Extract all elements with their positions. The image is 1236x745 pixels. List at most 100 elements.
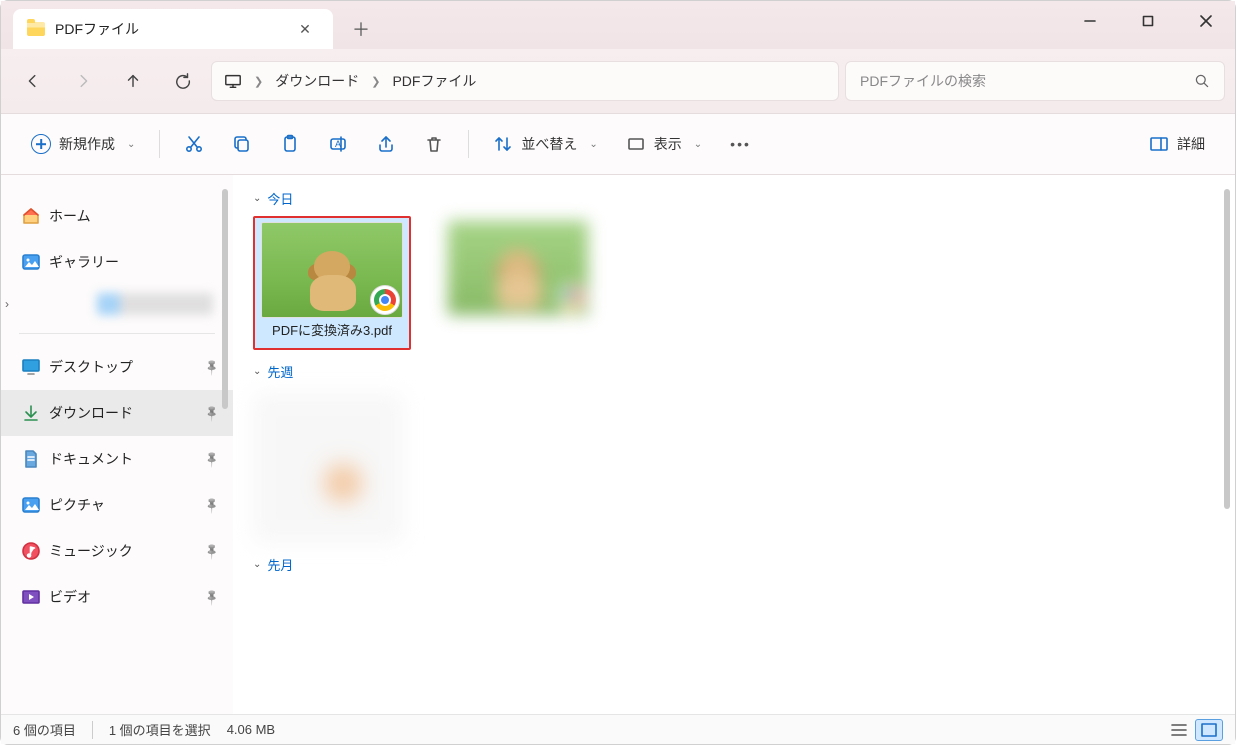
sidebar-label: ピクチャ [49, 495, 105, 515]
sidebar-item-home[interactable]: ホーム [1, 193, 233, 239]
sidebar-label: ミュージック [49, 541, 133, 561]
chevron-right-icon[interactable]: ❯ [365, 75, 386, 88]
chevron-down-icon: ⌄ [589, 139, 597, 150]
back-button[interactable] [11, 61, 55, 101]
chrome-overlay-icon [370, 285, 400, 315]
scrollbar-thumb[interactable] [1224, 189, 1230, 509]
search-icon [1194, 73, 1210, 89]
video-icon [21, 587, 41, 607]
content-area[interactable]: ⌄今日 PDFに変換済み3.pdf x ⌄先週 [233, 175, 1235, 714]
file-row: PDFに変換済み3.pdf x [253, 216, 1215, 350]
status-count: 6 個の項目 [13, 720, 76, 739]
share-button[interactable] [366, 124, 406, 164]
cut-button[interactable] [174, 124, 214, 164]
file-thumbnail [447, 220, 589, 316]
copy-icon [232, 134, 252, 154]
sidebar-label: ギャラリー [49, 252, 119, 272]
status-bar: 6 個の項目 1 個の項目を選択 4.06 MB [1, 714, 1235, 744]
search-input[interactable] [860, 73, 1184, 89]
breadcrumb-seg-current[interactable]: PDFファイル [392, 71, 476, 91]
group-label: 先週 [267, 362, 293, 381]
details-pane-icon [1149, 134, 1169, 154]
sidebar-item-downloads[interactable]: ダウンロード [1, 390, 233, 436]
forward-button[interactable] [61, 61, 105, 101]
status-selected: 1 個の項目を選択 [109, 720, 211, 739]
sidebar: ホーム ギャラリー › デスクトップ ダウンロード ドキュメント ピクチャ [1, 175, 233, 714]
sort-button[interactable]: 並べ替え ⌄ [483, 124, 607, 164]
file-item-selected[interactable]: PDFに変換済み3.pdf [253, 216, 411, 350]
clipboard-icon [280, 134, 300, 154]
delete-button[interactable] [414, 124, 454, 164]
chevron-right-icon[interactable]: ❯ [248, 75, 269, 88]
titlebar: PDFファイル ✕ ＋ [1, 1, 1235, 49]
paste-button[interactable] [270, 124, 310, 164]
new-label: 新規作成 [59, 134, 115, 154]
sidebar-item-gallery[interactable]: ギャラリー [1, 239, 233, 285]
breadcrumb-seg-downloads[interactable]: ダウンロード [275, 71, 359, 91]
monitor-icon [224, 72, 242, 90]
chevron-right-icon[interactable]: › [5, 297, 9, 311]
ellipsis-icon: ••• [730, 136, 751, 152]
group-header-today[interactable]: ⌄今日 [253, 189, 1215, 208]
sidebar-label: ダウンロード [49, 403, 133, 423]
content-scrollbar[interactable] [1221, 189, 1233, 509]
rename-button[interactable]: A [318, 124, 358, 164]
chevron-down-icon: ⌄ [253, 366, 261, 377]
sidebar-item-redacted[interactable]: › [1, 285, 233, 323]
sidebar-item-desktop[interactable]: デスクトップ [1, 344, 233, 390]
svg-text:A: A [335, 139, 341, 149]
new-button[interactable]: 新規作成 ⌄ [21, 124, 145, 164]
sidebar-label: デスクトップ [49, 357, 133, 377]
up-button[interactable] [111, 61, 155, 101]
new-tab-button[interactable]: ＋ [341, 9, 381, 49]
group-header-lastmonth[interactable]: ⌄先月 [253, 555, 1215, 574]
minimize-button[interactable] [1061, 1, 1119, 41]
more-button[interactable]: ••• [720, 124, 761, 164]
sidebar-label: ビデオ [49, 587, 91, 607]
refresh-button[interactable] [161, 61, 205, 101]
desktop-icon [21, 357, 41, 377]
thumbnail-view-button[interactable] [1195, 719, 1223, 741]
copy-button[interactable] [222, 124, 262, 164]
details-label: 詳細 [1177, 134, 1205, 154]
breadcrumb[interactable]: ❯ ダウンロード ❯ PDFファイル [211, 61, 839, 101]
divider [468, 130, 469, 158]
redacted-item [97, 293, 213, 315]
window-controls [1061, 1, 1235, 41]
chevron-down-icon: ⌄ [253, 559, 261, 570]
download-icon [21, 403, 41, 423]
trash-icon [424, 134, 444, 154]
main: ホーム ギャラリー › デスクトップ ダウンロード ドキュメント ピクチャ [1, 175, 1235, 714]
tab-current[interactable]: PDFファイル ✕ [13, 9, 333, 49]
rename-icon: A [328, 134, 348, 154]
group-header-lastweek[interactable]: ⌄ 先週 [253, 362, 1215, 381]
sidebar-item-pictures[interactable]: ピクチャ [1, 482, 233, 528]
group-lastweek: ⌄ 先週 [253, 362, 1215, 543]
tab-close-button[interactable]: ✕ [291, 15, 319, 43]
details-view-button[interactable] [1165, 719, 1193, 741]
chevron-down-icon: ⌄ [694, 139, 702, 150]
details-pane-button[interactable]: 詳細 [1139, 124, 1215, 164]
view-mode-buttons [1165, 719, 1223, 741]
search-box[interactable] [845, 61, 1225, 101]
close-button[interactable] [1177, 1, 1235, 41]
maximize-button[interactable] [1119, 1, 1177, 41]
sidebar-label: ホーム [49, 206, 91, 226]
file-item-blurred[interactable]: x [439, 216, 597, 346]
toolbar: 新規作成 ⌄ A 並べ替え ⌄ 表示 ⌄ ••• 詳細 [1, 113, 1235, 175]
share-icon [376, 134, 396, 154]
sidebar-scrollbar[interactable] [219, 189, 231, 629]
view-button[interactable]: 表示 ⌄ [616, 124, 712, 164]
view-label: 表示 [654, 134, 682, 154]
sidebar-item-documents[interactable]: ドキュメント [1, 436, 233, 482]
view-icon [626, 134, 646, 154]
sidebar-label: ドキュメント [49, 449, 133, 469]
file-item-blurred[interactable] [253, 393, 403, 543]
group-label: 今日 [267, 189, 293, 208]
sidebar-item-videos[interactable]: ビデオ [1, 574, 233, 620]
status-size: 4.06 MB [227, 722, 275, 737]
file-name: PDFに変換済み3.pdf [270, 318, 394, 344]
sidebar-item-music[interactable]: ミュージック [1, 528, 233, 574]
plus-circle-icon [31, 134, 51, 154]
scrollbar-thumb[interactable] [222, 189, 228, 409]
